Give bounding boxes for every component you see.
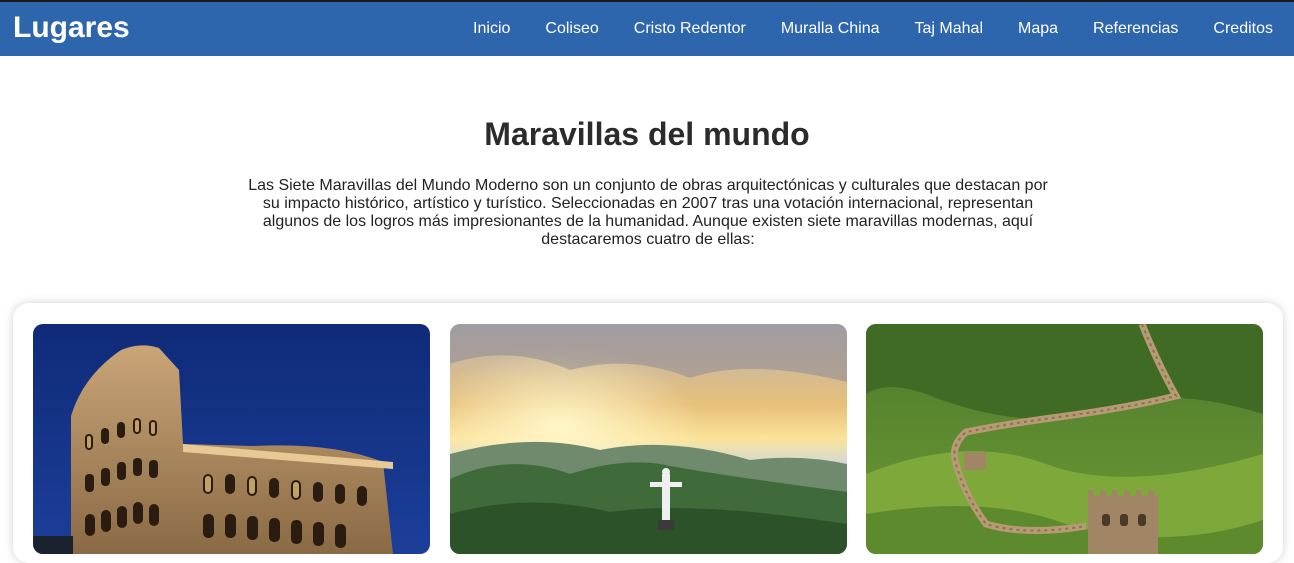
coliseo-card-image[interactable] [33,324,430,554]
nav-link-cristo-redentor[interactable]: Cristo Redentor [616,20,763,38]
page-title: Maravillas del mundo [484,116,810,152]
nav-link-mapa[interactable]: Mapa [1001,20,1076,38]
nav-link-coliseo[interactable]: Coliseo [528,20,616,38]
site-brand[interactable]: Lugares [13,11,130,45]
nav-link-inicio[interactable]: Inicio [456,20,528,38]
nav-link-referencias[interactable]: Referencias [1076,20,1196,38]
nav-link-muralla-china[interactable]: Muralla China [763,20,897,38]
nav-link-creditos[interactable]: Creditos [1196,20,1294,38]
cristo-redentor-image [450,324,847,554]
top-navbar: Lugares Inicio Coliseo Cristo Redentor M… [0,0,1294,56]
main-nav: Inicio Coliseo Cristo Redentor Muralla C… [456,2,1294,56]
muralla-china-image [866,324,1263,554]
intro-paragraph: Las Siete Maravillas del Mundo Moderno s… [248,177,1048,248]
nav-link-taj-mahal[interactable]: Taj Mahal [897,20,1000,38]
coliseo-image [33,324,430,554]
cristo-redentor-card-image[interactable] [450,324,847,554]
muralla-china-card-image[interactable] [866,324,1263,554]
